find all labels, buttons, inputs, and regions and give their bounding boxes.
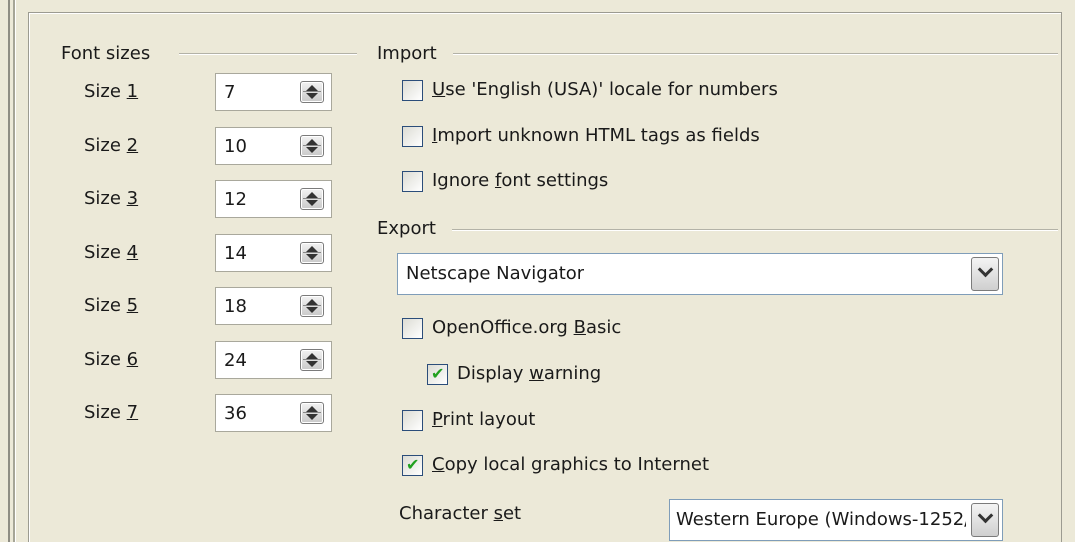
font-size-label: Size 3 (84, 188, 139, 209)
checkmark-icon: ✔ (406, 455, 420, 474)
font-size-label: Size 4 (84, 242, 139, 263)
spin-updown-icon[interactable] (300, 188, 324, 210)
display-warning-label: Display warning (457, 363, 602, 384)
print-layout-label: Print layout (432, 409, 536, 430)
font-size-label: Size 1 (84, 81, 139, 102)
checkmark-icon (406, 412, 418, 426)
copy-local-graphics-label: Copy local graphics to Internet (432, 454, 710, 475)
font-size-label: Size 7 (84, 402, 139, 423)
checkmark-icon (406, 128, 418, 142)
import-heading: Import (377, 43, 437, 64)
font-sizes-separator (179, 53, 357, 55)
chevron-down-icon (977, 507, 994, 524)
dialog-border (8, 0, 10, 542)
font-size-spinbox[interactable]: 24 (215, 341, 332, 379)
font-size-spinbox[interactable]: 12 (215, 180, 332, 218)
spin-updown-icon[interactable] (300, 242, 324, 264)
font-size-spinbox[interactable]: 7 (215, 73, 332, 111)
font-size-label: Size 5 (84, 295, 139, 316)
font-size-value[interactable]: 14 (224, 243, 247, 265)
openoffice-basic-checkbox[interactable] (402, 318, 423, 339)
checkmark-icon (406, 173, 418, 187)
spin-updown-icon[interactable] (300, 349, 324, 371)
html-compatibility-panel: Font sizes Size 1 7 Size 2 10 Size 3 12 Size 4… (28, 12, 1062, 542)
character-set-dropdown-button[interactable] (971, 503, 999, 537)
print-layout-checkbox[interactable] (402, 410, 423, 431)
spin-updown-icon[interactable] (300, 81, 324, 103)
checkmark-icon (406, 82, 418, 96)
display-warning-checkbox[interactable]: ✔ (427, 364, 448, 385)
spin-updown-icon[interactable] (300, 402, 324, 424)
font-size-value[interactable]: 10 (224, 136, 247, 158)
font-size-spinbox[interactable]: 36 (215, 394, 332, 432)
font-size-value[interactable]: 36 (224, 403, 247, 425)
spin-updown-icon[interactable] (300, 135, 324, 157)
font-size-spinbox[interactable]: 10 (215, 127, 332, 165)
chevron-down-icon (977, 261, 994, 278)
export-separator (452, 229, 1058, 231)
character-set-label: Character set (399, 503, 522, 524)
export-browser-value: Netscape Navigator (406, 263, 585, 284)
character-set-dropdown[interactable]: Western Europe (Windows-1252/WinLatin 1) (669, 499, 1003, 541)
dialog-border (15, 0, 16, 542)
import-option-label: Ignore font settings (432, 170, 609, 191)
export-heading: Export (377, 218, 436, 239)
font-size-spinbox[interactable]: 14 (215, 234, 332, 272)
import-option-checkbox[interactable] (402, 171, 423, 192)
import-separator (453, 53, 1058, 55)
font-size-value[interactable]: 7 (224, 82, 235, 104)
checkmark-icon: ✔ (431, 364, 445, 383)
spin-updown-icon[interactable] (300, 295, 324, 317)
font-size-label: Size 2 (84, 135, 139, 156)
export-browser-dropdown[interactable]: Netscape Navigator (397, 253, 1003, 295)
copy-local-graphics-checkbox[interactable]: ✔ (402, 455, 423, 476)
import-option-label: Use 'English (USA)' locale for numbers (432, 79, 778, 100)
checkmark-icon (406, 320, 418, 334)
import-option-checkbox[interactable] (402, 126, 423, 147)
character-set-value: Western Europe (Windows-1252/WinLatin 1) (676, 509, 966, 530)
export-browser-dropdown-button[interactable] (971, 257, 999, 291)
font-sizes-heading: Font sizes (61, 43, 151, 64)
font-size-label: Size 6 (84, 349, 139, 370)
options-dialog: Font sizes Size 1 7 Size 2 10 Size 3 12 Size 4… (0, 0, 1075, 542)
font-size-value[interactable]: 24 (224, 350, 247, 372)
import-option-checkbox[interactable] (402, 80, 423, 101)
font-size-spinbox[interactable]: 18 (215, 287, 332, 325)
font-size-value[interactable]: 12 (224, 189, 247, 211)
font-size-value[interactable]: 18 (224, 296, 247, 318)
openoffice-basic-label: OpenOffice.org Basic (432, 317, 622, 338)
import-option-label: Import unknown HTML tags as fields (432, 125, 760, 146)
